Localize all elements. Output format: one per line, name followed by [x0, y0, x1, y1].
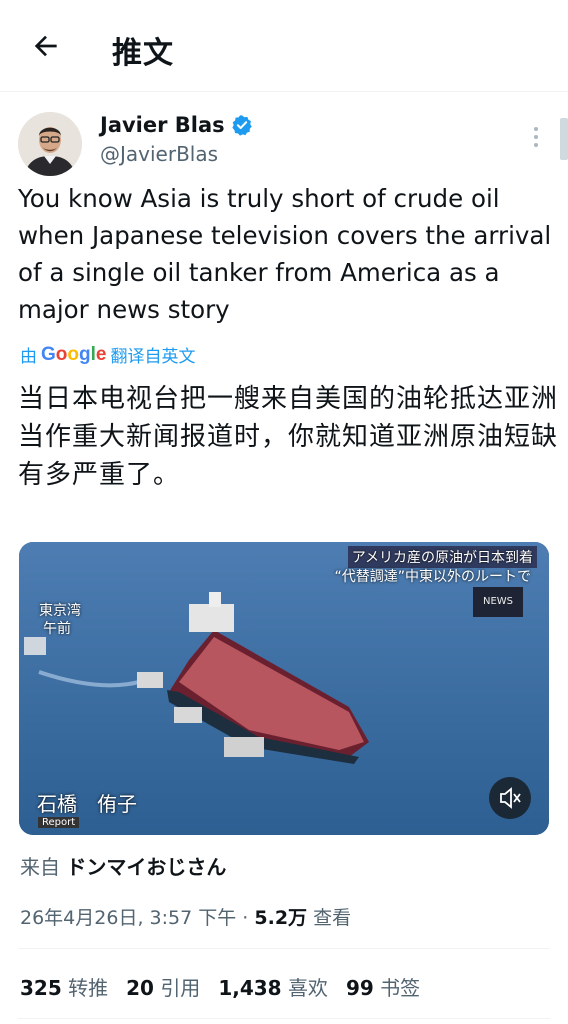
tweet-meta: 26年4月26日, 3:57 下午 · 5.2万 查看	[20, 903, 351, 930]
scrollbar-thumb[interactable]	[560, 118, 568, 160]
likes-stat[interactable]: 1,438 喜欢	[218, 972, 328, 1001]
retweets-count: 325	[20, 976, 62, 1000]
top-bar: 推文	[0, 0, 568, 92]
author-name[interactable]: Javier Blas	[100, 113, 253, 137]
view-count: 5.2万	[254, 907, 308, 929]
arrow-left-icon[interactable]	[30, 30, 62, 62]
location-label-line1: 東京湾	[39, 603, 81, 619]
avatar[interactable]	[18, 112, 82, 176]
tweet-source: 来自 ドンマイおじさん	[20, 851, 226, 880]
author-name-text[interactable]: Javier Blas	[100, 113, 225, 137]
speaker-muted-icon	[500, 787, 521, 809]
likes-label: 喜欢	[287, 976, 328, 1000]
divider	[18, 1018, 550, 1019]
report-tag: Report	[38, 817, 80, 828]
verified-badge-icon	[232, 115, 252, 136]
more-options-icon[interactable]	[530, 124, 542, 150]
source-name[interactable]: ドンマイおじさん	[66, 855, 226, 879]
quotes-label: 引用	[160, 976, 201, 1000]
page-title: 推文	[112, 36, 174, 71]
google-logo: Google	[41, 343, 107, 365]
translate-suffix: 翻译自英文	[110, 347, 196, 367]
tweet-text-translated: 当日本电视台把一艘来自美国的油轮抵达亚洲当作重大新闻报道时，你就知道亚洲原油短缺…	[18, 384, 559, 490]
source-prefix: 来自	[20, 855, 60, 879]
tweet-stats: 325 转推 20 引用 1,438 喜欢 99 书签	[20, 972, 420, 1001]
video-player[interactable]: アメリカ産の原油が日本到着 “代替調達”中東以外のルートで NEWS 東京湾 午…	[19, 542, 549, 835]
likes-count: 1,438	[218, 976, 282, 1000]
translate-prefix: 由	[20, 347, 37, 367]
quotes-count: 20	[126, 976, 154, 1000]
translation-attribution[interactable]: 由 Google 翻译自英文	[20, 342, 196, 368]
reporter-name: 石橋 侑子	[37, 792, 137, 816]
view-count-label: 查看	[313, 907, 352, 929]
bookmarks-stat[interactable]: 99 书签	[346, 972, 420, 1001]
mute-button[interactable]	[489, 777, 531, 819]
news-channel-tag: NEWS	[473, 587, 523, 617]
video-caption-line2: “代替調達”中東以外のルートで	[334, 569, 531, 585]
quotes-stat[interactable]: 20 引用	[126, 972, 200, 1001]
bookmarks-label: 书签	[380, 976, 421, 1000]
divider	[18, 948, 550, 949]
retweets-stat[interactable]: 325 转推	[20, 972, 108, 1001]
location-label-line2: 午前	[43, 621, 71, 637]
tweet-text-original: You know Asia is truly short of crude oi…	[18, 184, 552, 324]
video-caption-line1: アメリカ産の原油が日本到着	[347, 546, 537, 568]
meta-separator: ·	[242, 907, 249, 929]
bookmarks-count: 99	[345, 976, 374, 1000]
author-handle[interactable]: @JavierBlas	[100, 142, 218, 166]
retweets-label: 转推	[68, 976, 109, 1000]
tweet-timestamp[interactable]: 26年4月26日, 3:57 下午	[20, 907, 236, 929]
